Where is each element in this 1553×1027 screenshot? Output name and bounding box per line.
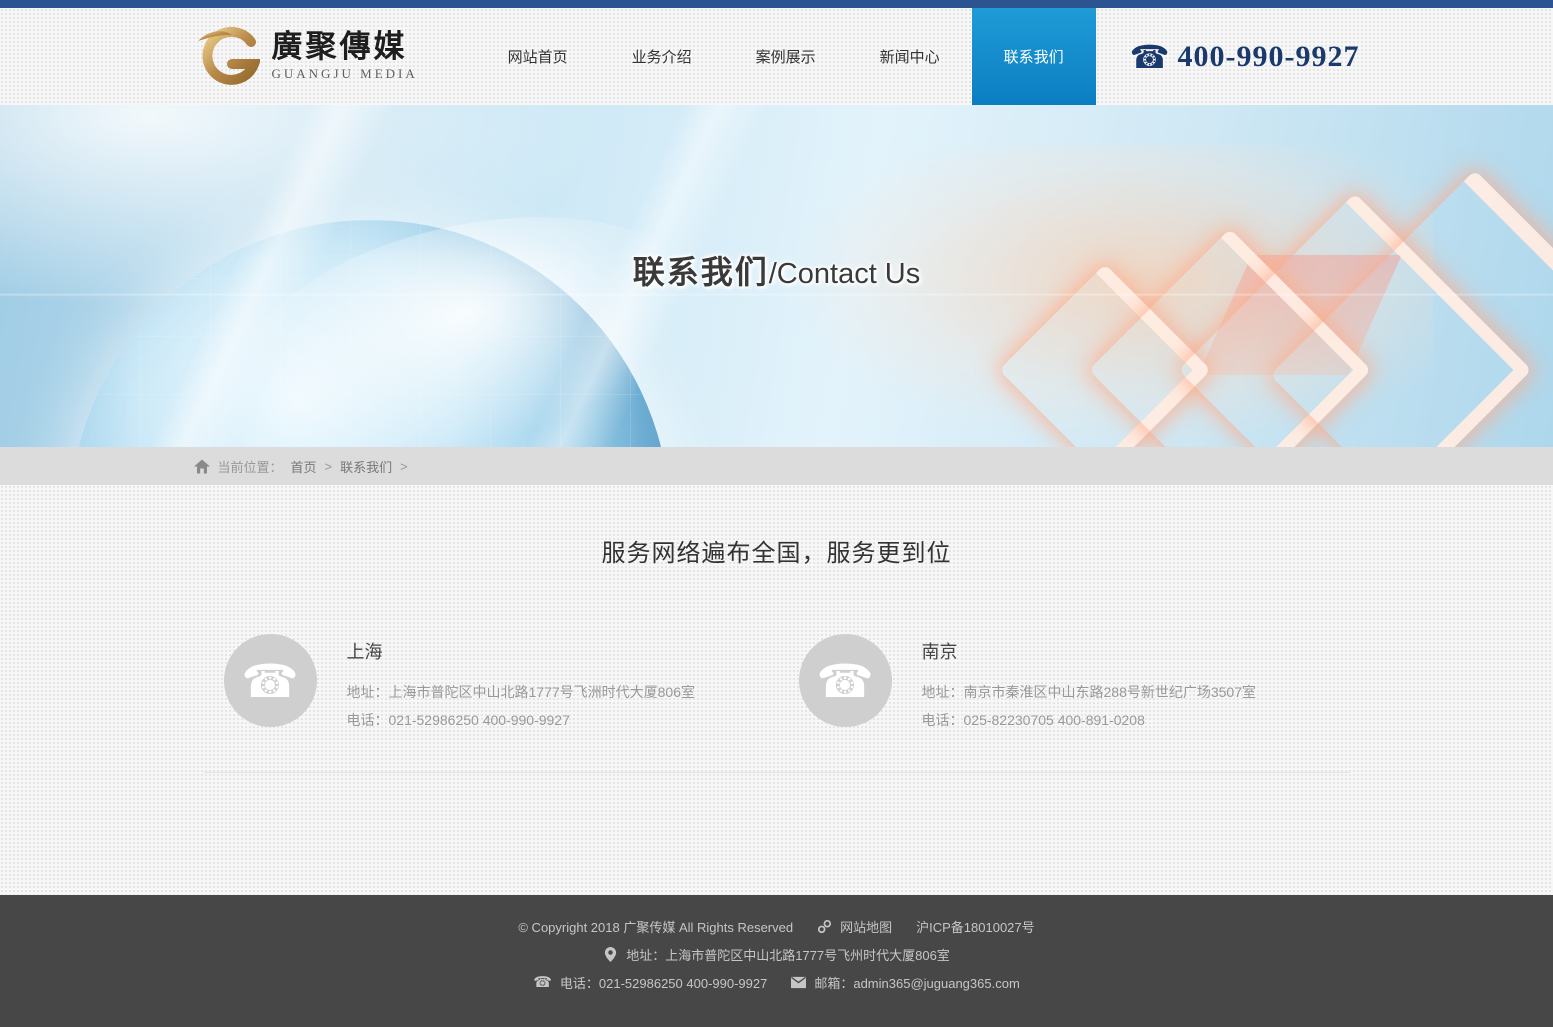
footer-address: 地址：上海市普陀区中山北路1777号飞州时代大厦806室 bbox=[626, 945, 950, 964]
office-phone: 电话：025-82230705 400-891-0208 bbox=[922, 706, 1257, 734]
banner-title-en: /Contact Us bbox=[769, 258, 921, 290]
breadcrumb-bar: 当前位置： 首页 > 联系我们 > bbox=[0, 447, 1553, 485]
breadcrumb: 当前位置： 首页 > 联系我们 > bbox=[194, 447, 1360, 485]
office-address: 地址：上海市普陀区中山北路1777号飞洲时代大厦806室 bbox=[347, 678, 696, 706]
footer-line-copyright: © Copyright 2018 广聚传媒 All Rights Reserve… bbox=[0, 917, 1553, 936]
logo-text: 廣聚傳媒 GUANGJU MEDIA bbox=[272, 31, 418, 82]
office-phone: 电话：021-52986250 400-990-9927 bbox=[347, 706, 696, 734]
nav-item-news[interactable]: 新闻中心 bbox=[848, 8, 972, 105]
footer-email: 邮箱：admin365@juguang365.com bbox=[814, 973, 1019, 992]
logo-g-icon bbox=[194, 26, 260, 88]
breadcrumb-home-link[interactable]: 首页 bbox=[291, 457, 317, 476]
banner-title-cn: 联系我们 bbox=[633, 254, 769, 290]
nav-item-cases[interactable]: 案例展示 bbox=[724, 8, 848, 105]
office-card-shanghai: ☎ 上海 地址：上海市普陀区中山北路1777号飞洲时代大厦806室 电话：021… bbox=[202, 634, 777, 734]
logo[interactable]: 廣聚傳媒 GUANGJU MEDIA bbox=[194, 26, 418, 88]
office-city: 南京 bbox=[922, 638, 1257, 664]
breadcrumb-separator: > bbox=[400, 459, 408, 474]
logo-subtitle: GUANGJU MEDIA bbox=[272, 66, 418, 82]
main-content: 服务网络遍布全国，服务更到位 ☎ 上海 地址：上海市普陀区中山北路1777号飞洲… bbox=[0, 485, 1553, 895]
footer-line-address: 地址：上海市普陀区中山北路1777号飞州时代大厦806室 bbox=[0, 945, 1553, 964]
office-info: 上海 地址：上海市普陀区中山北路1777号飞洲时代大厦806室 电话：021-5… bbox=[347, 634, 696, 734]
logo-title: 廣聚傳媒 bbox=[272, 31, 418, 64]
main-nav: 网站首页 业务介绍 案例展示 新闻中心 联系我们 bbox=[476, 8, 1096, 105]
page: 廣聚傳媒 GUANGJU MEDIA 网站首页 业务介绍 案例展示 新闻中心 联… bbox=[0, 0, 1553, 1027]
office-city: 上海 bbox=[347, 638, 696, 664]
banner-title: 联系我们/Contact Us bbox=[0, 247, 1553, 293]
office-phone-icon: ☎ bbox=[224, 634, 317, 727]
office-address: 地址：南京市秦淮区中山东路288号新世纪广场3507室 bbox=[922, 678, 1257, 706]
breadcrumb-separator: > bbox=[325, 459, 333, 474]
hero-banner: 联系我们/Contact Us bbox=[0, 105, 1553, 447]
nav-item-home[interactable]: 网站首页 bbox=[476, 8, 600, 105]
breadcrumb-label: 当前位置： bbox=[218, 457, 283, 476]
footer-line-contact: ☎ 电话：021-52986250 400-990-9927 邮箱：admin3… bbox=[0, 973, 1553, 992]
site-header: 廣聚傳媒 GUANGJU MEDIA 网站首页 业务介绍 案例展示 新闻中心 联… bbox=[0, 8, 1553, 105]
phone-icon: ☎ bbox=[533, 975, 552, 990]
email-icon bbox=[791, 975, 806, 990]
breadcrumb-current-link[interactable]: 联系我们 bbox=[340, 457, 392, 476]
office-card-nanjing: ☎ 南京 地址：南京市秦淮区中山东路288号新世纪广场3507室 电话：025-… bbox=[777, 634, 1352, 734]
office-phone-icon: ☎ bbox=[799, 634, 892, 727]
footer-phone: 电话：021-52986250 400-990-9927 bbox=[560, 973, 767, 992]
nav-item-services[interactable]: 业务介绍 bbox=[600, 8, 724, 105]
icp-link[interactable]: 沪ICP备18010027号 bbox=[916, 917, 1035, 936]
location-pin-icon bbox=[603, 947, 618, 962]
site-footer: © Copyright 2018 广聚传媒 All Rights Reserve… bbox=[0, 895, 1553, 1027]
sitemap-link[interactable]: 网站地图 bbox=[840, 917, 892, 936]
link-icon bbox=[817, 919, 832, 934]
office-info: 南京 地址：南京市秦淮区中山东路288号新世纪广场3507室 电话：025-82… bbox=[922, 634, 1257, 734]
section-divider bbox=[204, 772, 1350, 773]
section-heading: 服务网络遍布全国，服务更到位 bbox=[0, 533, 1553, 568]
top-accent-bar bbox=[0, 0, 1553, 8]
nav-item-contact[interactable]: 联系我们 bbox=[972, 8, 1096, 105]
header-phone: ☎ 400-990-9927 bbox=[1130, 40, 1360, 74]
home-icon bbox=[194, 459, 210, 474]
phone-icon: ☎ bbox=[1130, 41, 1170, 73]
office-list: ☎ 上海 地址：上海市普陀区中山北路1777号飞洲时代大厦806室 电话：021… bbox=[202, 634, 1352, 734]
copyright-text: © Copyright 2018 广聚传媒 All Rights Reserve… bbox=[518, 917, 793, 936]
phone-number: 400-990-9927 bbox=[1178, 40, 1360, 74]
